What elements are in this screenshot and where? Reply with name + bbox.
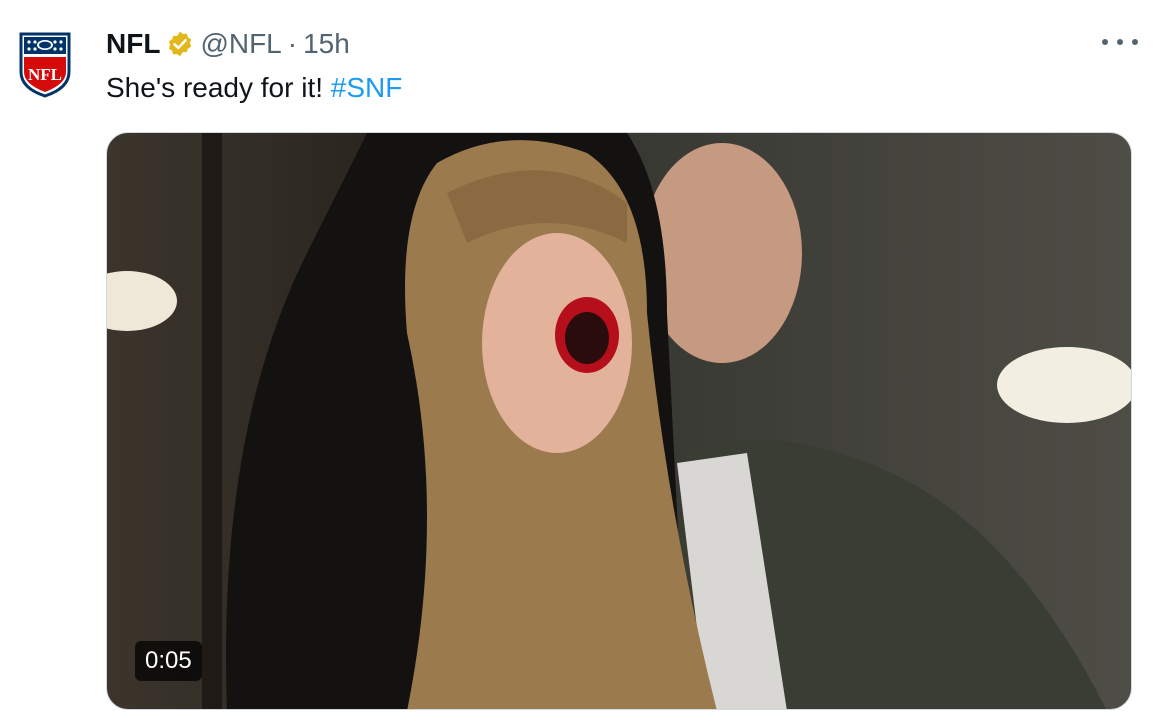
more-horizontal-icon[interactable] [1102,30,1138,54]
tweet-video[interactable]: 0:05 [106,132,1132,710]
ceiling-light [997,347,1131,423]
tweet-header: NFL @NFL · 15h [106,24,350,64]
more-dot [1117,39,1123,45]
account-avatar[interactable]: NFL [10,24,80,102]
ceiling-light [107,271,177,331]
video-duration: 0:05 [135,641,202,681]
pillar [202,133,222,709]
avatar-logo-text: NFL [28,65,62,84]
video-frame [107,133,1131,709]
nfl-shield-logo: NFL [19,32,71,98]
tweet-timestamp[interactable]: 15h [303,28,350,60]
more-dot [1132,39,1138,45]
tweet-body: She's ready for it! [106,72,331,103]
hashtag-link[interactable]: #SNF [331,72,403,103]
account-name[interactable]: NFL [106,28,160,60]
verified-badge-icon[interactable] [166,30,194,58]
separator-dot: · [287,28,298,59]
woman-mouth-inner [565,312,609,364]
account-handle[interactable]: @NFL [200,28,281,60]
more-dot [1102,39,1108,45]
tweet-text: She's ready for it! #SNF [106,70,402,106]
